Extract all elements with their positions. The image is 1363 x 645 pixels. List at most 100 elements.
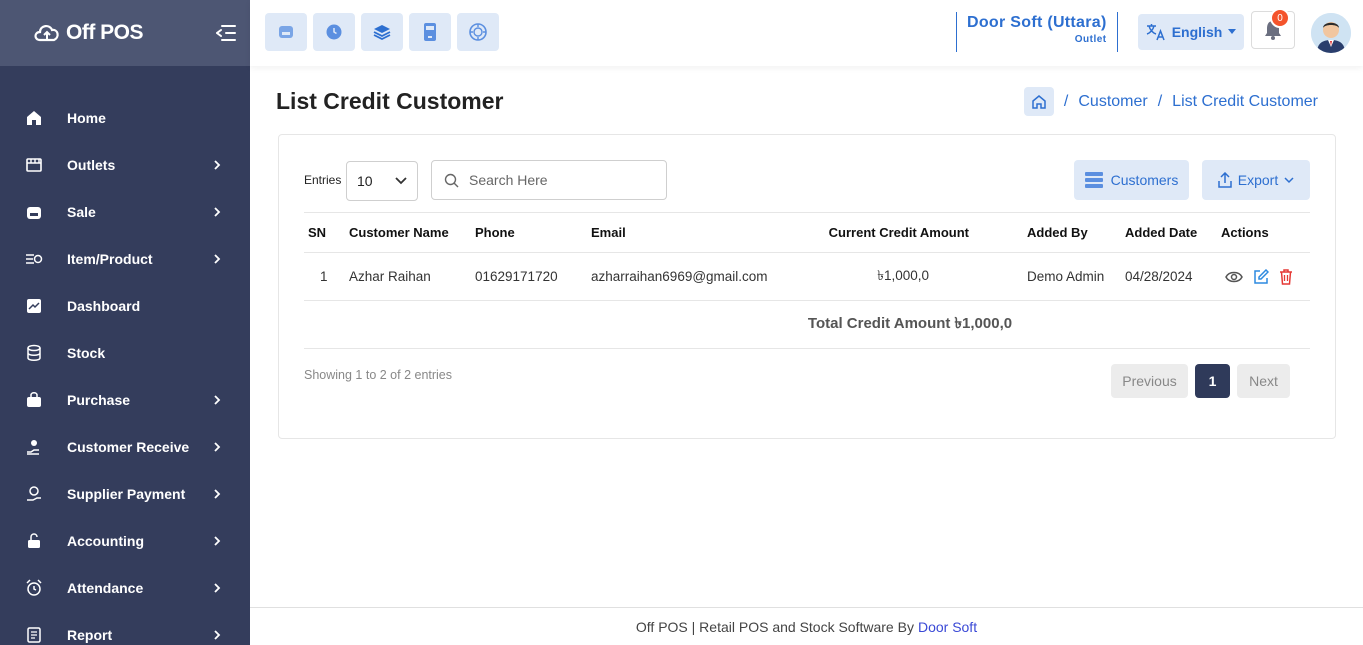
dashboard-dial-button[interactable] — [457, 13, 499, 51]
table-header-row: SN Customer Name Phone Email Current Cre… — [304, 212, 1310, 253]
logo-icon — [34, 25, 59, 42]
alarm-clock-icon — [25, 578, 43, 597]
next-page-button[interactable]: Next — [1237, 364, 1290, 398]
sidebar-item-customer-receive[interactable]: Customer Receive — [0, 423, 250, 470]
top-header: Door Soft (Uttara) Outlet English 0 — [250, 0, 1363, 66]
sidebar-item-label: Sale — [67, 203, 96, 220]
breadcrumb-current: List Credit Customer — [1172, 92, 1318, 110]
calculator-icon — [424, 23, 436, 41]
sidebar-item-label: Purchase — [67, 391, 131, 408]
column-header: Phone — [471, 212, 587, 253]
column-header: Added By — [1023, 212, 1121, 253]
calculator-button[interactable] — [409, 13, 451, 51]
sidebar-item-report[interactable]: Report — [0, 611, 250, 645]
clock-icon — [326, 24, 342, 40]
cell-added-date: 04/28/2024 — [1121, 252, 1217, 301]
breadcrumb-home[interactable] — [1023, 87, 1054, 116]
store-icon — [25, 156, 43, 174]
sidebar-item-label: Report — [67, 626, 113, 643]
customers-button[interactable]: Customers — [1074, 160, 1189, 200]
brand-bar: Off POS — [0, 0, 250, 66]
clock-button[interactable] — [313, 13, 355, 51]
layers-button[interactable] — [361, 13, 403, 51]
pos-button[interactable] — [265, 13, 307, 51]
sidebar-item-home[interactable]: Home — [0, 94, 250, 141]
cell-actions — [1217, 252, 1310, 301]
bag-icon — [25, 391, 43, 409]
menu-collapse-icon — [216, 25, 236, 41]
chevron-right-icon — [214, 206, 221, 217]
cell-phone: 01629171720 — [471, 252, 587, 301]
search-box — [431, 160, 667, 200]
footer-link[interactable]: Door Soft — [918, 619, 977, 635]
sidebar-item-stock[interactable]: Stock — [0, 329, 250, 376]
sidebar-item-label: Supplier Payment — [67, 485, 186, 502]
sidebar-nav: Home Outlets Sale Item/Product Dashboard Stoc… — [0, 66, 250, 645]
footer-text: Off POS | Retail POS and Stock Software … — [635, 618, 914, 635]
delete-icon[interactable] — [1279, 268, 1293, 285]
layers-icon — [373, 25, 391, 41]
brand-logo[interactable]: Off POS — [32, 20, 144, 46]
chevron-right-icon — [214, 159, 221, 170]
sidebar-item-label: Stock — [67, 344, 106, 361]
footer: Off POS | Retail POS and Stock Software … — [250, 607, 1363, 645]
cell-credit-amount: ৳1,000,0 — [788, 252, 1023, 301]
pagination: Previous 1 Next — [1111, 364, 1290, 398]
chevron-right-icon — [214, 441, 221, 452]
page-title: List Credit Customer — [276, 88, 504, 114]
sidebar-item-purchase[interactable]: Purchase — [0, 376, 250, 423]
showing-info: Showing 1 to 2 of 2 entries — [304, 368, 453, 382]
export-button-label: Export — [1237, 172, 1279, 188]
sidebar-item-dashboard[interactable]: Dashboard — [0, 282, 250, 329]
outlet-selector[interactable]: Door Soft (Uttara) Outlet — [956, 12, 1118, 52]
total-credit-amount: Total Credit Amount ৳1,000,0 — [304, 300, 1310, 349]
sidebar-item-item-product[interactable]: Item/Product — [0, 235, 250, 282]
export-button[interactable]: Export — [1202, 160, 1310, 200]
home-icon — [1032, 94, 1046, 109]
cell-email: azharraihan6969@gmail.com — [587, 252, 788, 301]
dashboard-dial-icon — [469, 23, 487, 41]
database-icon — [25, 344, 43, 362]
sidebar-item-attendance[interactable]: Attendance — [0, 564, 250, 611]
breadcrumb: / Customer / List Credit Customer — [1023, 87, 1318, 116]
pos-icon — [279, 26, 293, 38]
user-avatar-icon — [1311, 13, 1351, 53]
credit-customer-card: Entries 10 Customers Export SN Customer … — [278, 134, 1336, 439]
quick-actions — [265, 13, 499, 51]
translate-icon — [1146, 24, 1165, 41]
user-avatar[interactable] — [1311, 13, 1351, 53]
search-icon — [444, 173, 459, 187]
entries-label: Entries — [304, 173, 342, 187]
lock-open-icon — [25, 532, 43, 550]
chevron-right-icon — [214, 253, 221, 264]
language-dropdown[interactable]: English — [1138, 14, 1244, 50]
breadcrumb-customer[interactable]: Customer — [1078, 93, 1147, 111]
table-row: 1 Azhar Raihan 01629171720 azharraihan69… — [304, 252, 1310, 301]
view-icon[interactable] — [1225, 271, 1243, 283]
sidebar-item-accounting[interactable]: Accounting — [0, 517, 250, 564]
search-input[interactable] — [469, 172, 649, 188]
list-icon — [1084, 172, 1103, 188]
sidebar-item-label: Customer Receive — [67, 438, 190, 455]
previous-page-button[interactable]: Previous — [1111, 364, 1188, 398]
product-list-icon — [25, 250, 43, 268]
chevron-right-icon — [214, 535, 221, 546]
column-header: SN — [304, 212, 345, 253]
sidebar-item-label: Attendance — [67, 579, 144, 596]
column-header: Actions — [1217, 212, 1310, 253]
entries-select[interactable]: 10 — [346, 161, 418, 201]
sidebar-item-supplier-payment[interactable]: Supplier Payment — [0, 470, 250, 517]
report-icon — [25, 626, 43, 644]
page-number-button[interactable]: 1 — [1195, 364, 1230, 398]
sidebar-collapse-button[interactable] — [214, 21, 238, 45]
hand-coin-icon — [25, 438, 43, 456]
sidebar-item-outlets[interactable]: Outlets — [0, 141, 250, 188]
chevron-right-icon — [214, 629, 221, 640]
basket-icon — [25, 203, 43, 221]
sidebar-item-label: Item/Product — [67, 250, 153, 267]
edit-icon[interactable] — [1253, 268, 1269, 285]
sidebar-item-sale[interactable]: Sale — [0, 188, 250, 235]
chevron-right-icon — [214, 582, 221, 593]
cell-added-by: Demo Admin — [1023, 252, 1121, 301]
column-header: Customer Name — [345, 212, 471, 253]
